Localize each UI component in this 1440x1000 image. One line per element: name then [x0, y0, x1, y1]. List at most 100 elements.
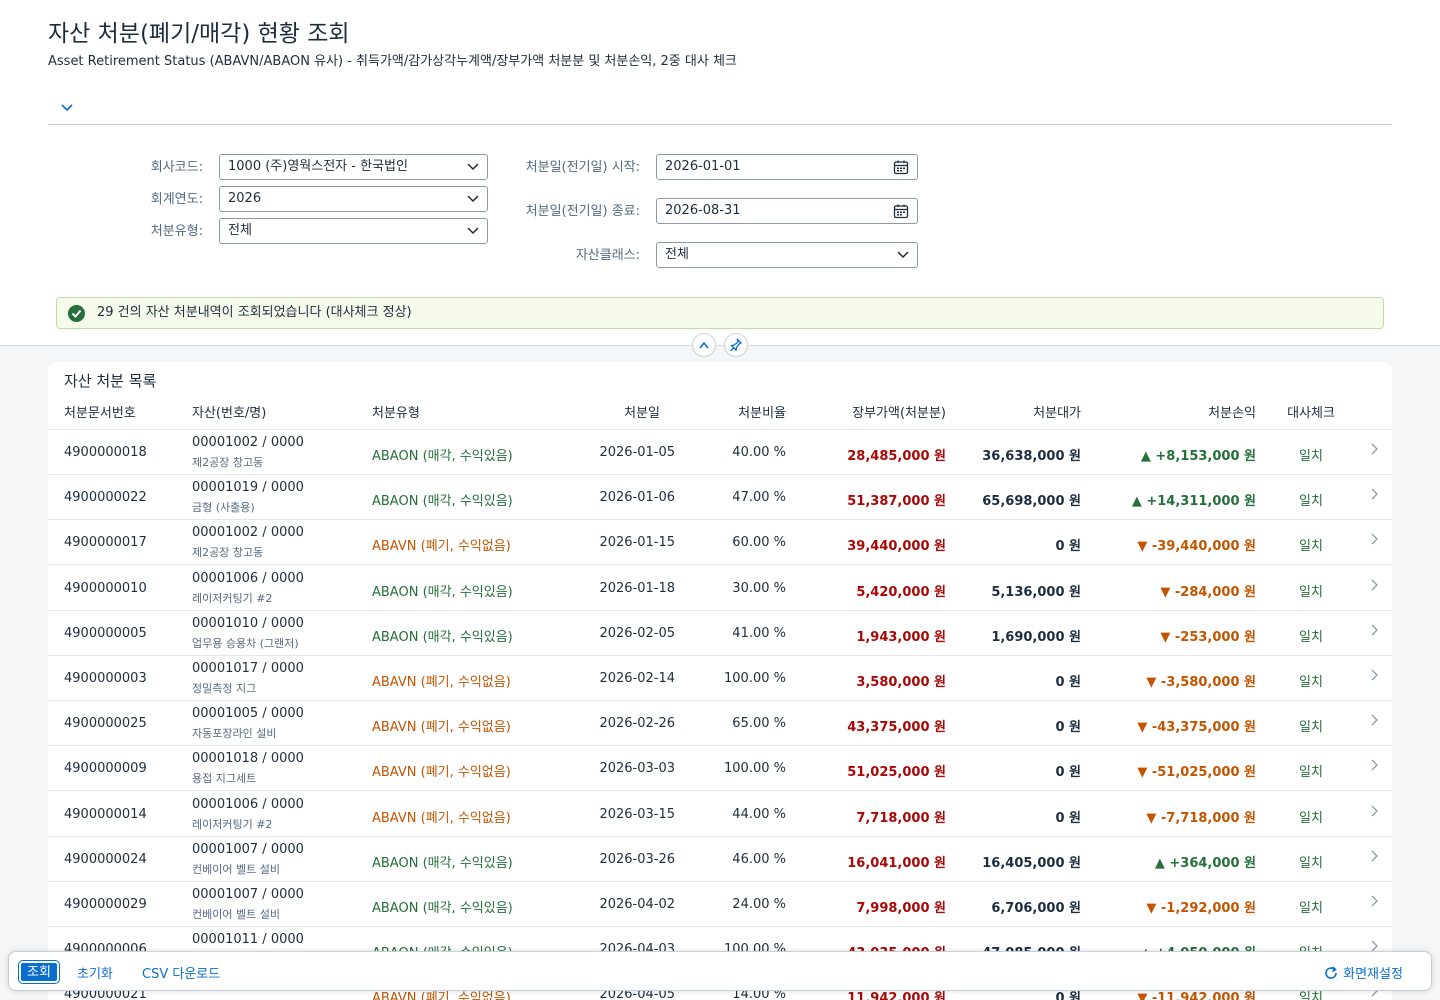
doc-number: 4900000005 [64, 625, 147, 641]
profit-loss: ▼ -51,025,000 원 [1137, 765, 1256, 781]
proceeds: 0 원 [1055, 810, 1081, 826]
calendar-icon[interactable] [893, 159, 909, 175]
end-date-value: 2026-08-31 [665, 203, 741, 218]
row-navigation-icon[interactable] [1370, 579, 1378, 595]
footer-toolbar: 조회 초기화 CSV 다운로드 화면재설정 [8, 951, 1432, 991]
asset-number: 00001010 / 0000 [192, 615, 304, 631]
start-date-input[interactable]: 2026-01-01 [656, 154, 918, 180]
expand-header-icon[interactable] [60, 100, 76, 116]
row-navigation-icon[interactable] [1370, 714, 1378, 730]
table-row[interactable]: 4900000009 00001018 / 0000 용접 지그세트 ABAVN (폐… [48, 746, 1392, 792]
profit-loss: ▼ -43,375,000 원 [1137, 720, 1256, 736]
calendar-icon[interactable] [893, 203, 909, 219]
row-navigation-icon[interactable] [1370, 669, 1378, 685]
disposal-date: 2026-02-26 [599, 716, 675, 732]
disposal-type: ABAVN (폐기, 수익없음) [372, 720, 511, 736]
row-navigation-icon[interactable] [1370, 533, 1378, 549]
disposal-date: 2026-01-15 [599, 535, 675, 551]
book-value: 28,485,000 원 [847, 449, 946, 464]
layout-reset-button[interactable]: 화면재설정 [1323, 963, 1403, 982]
header-area: 자산 처분(폐기/매각) 현황 조회 Asset Retirement Stat… [0, 0, 1440, 346]
type-value: 전체 [228, 223, 252, 238]
col-pl[interactable]: 처분손익 [1088, 402, 1256, 421]
year-select[interactable]: 2026 [219, 186, 488, 212]
asset-number: 00001006 / 0000 [192, 796, 304, 812]
table-row[interactable]: 4900000025 00001005 / 0000 자동포장라인 설비 ABAVN … [48, 701, 1392, 747]
proceeds: 5,136,000 원 [991, 584, 1081, 600]
class-select[interactable]: 전체 [656, 242, 918, 268]
table-row[interactable]: 4900000029 00001007 / 0000 컨베이어 벨트 설비 ABAON… [48, 882, 1392, 927]
company-value: 1000 (주)영웍스전자 - 한국법인 [228, 159, 408, 174]
col-type[interactable]: 처분유형 [372, 402, 420, 421]
profit-loss: ▲ +364,000 원 [1154, 855, 1256, 871]
disposal-type: ABAON (매각, 수익있음) [372, 629, 513, 645]
col-doc[interactable]: 처분문서번호 [64, 402, 136, 421]
reset-button[interactable]: 초기화 [77, 963, 113, 982]
proceeds: 0 원 [1055, 675, 1081, 690]
col-date[interactable]: 처분일 [568, 402, 660, 421]
type-select[interactable]: 전체 [219, 218, 488, 244]
row-navigation-icon[interactable] [1370, 895, 1378, 911]
disposal-date: 2026-01-06 [599, 490, 675, 506]
end-date-input[interactable]: 2026-08-31 [656, 198, 918, 224]
col-check[interactable]: 대사체크 [1276, 402, 1346, 421]
doc-number: 4900000024 [64, 851, 147, 867]
csv-download-button[interactable]: CSV 다운로드 [142, 963, 220, 982]
col-ratio[interactable]: 처분비율 [688, 402, 786, 421]
asset-name: 레이저커팅기 #2 [192, 817, 273, 831]
row-navigation-icon[interactable] [1370, 850, 1378, 866]
disposal-type: ABAON (매각, 수익있음) [372, 584, 513, 600]
chevron-down-icon [467, 195, 479, 203]
reconcile-check: 일치 [1299, 901, 1323, 916]
col-asset[interactable]: 자산(번호/명) [192, 402, 266, 421]
book-value: 7,718,000 원 [856, 810, 946, 826]
asset-number: 00001002 / 0000 [192, 435, 304, 450]
row-navigation-icon[interactable] [1370, 488, 1378, 504]
pin-header-button[interactable] [724, 333, 748, 357]
table-row[interactable]: 4900000010 00001006 / 0000 레이저커팅기 #2 ABAON … [48, 566, 1392, 611]
asset-name: 용접 지그세트 [192, 772, 257, 786]
collapse-header-button[interactable] [692, 333, 716, 357]
search-button[interactable]: 조회 [18, 960, 60, 984]
asset-name: 금형 (사출용) [192, 501, 255, 515]
profit-loss: ▼ -284,000 원 [1160, 584, 1256, 600]
doc-number: 4900000003 [64, 671, 147, 686]
disposal-date: 2026-02-05 [599, 625, 675, 641]
asset-number: 00001011 / 0000 [192, 932, 304, 948]
doc-number: 4900000010 [64, 580, 147, 596]
table-row[interactable]: 4900000003 00001017 / 0000 정밀측정 지그 ABAVN (폐… [48, 656, 1392, 701]
book-value: 3,580,000 원 [856, 675, 946, 690]
reconcile-check: 일치 [1299, 720, 1323, 736]
reconcile-check: 일치 [1299, 494, 1323, 510]
row-navigation-icon[interactable] [1370, 805, 1378, 821]
asset-name: 업무용 승용차 (그랜저) [192, 636, 299, 650]
refresh-icon [1325, 966, 1337, 979]
profit-loss: ▼ -1,292,000 원 [1146, 901, 1256, 916]
book-value: 16,041,000 원 [847, 855, 946, 871]
row-navigation-icon[interactable] [1370, 443, 1378, 459]
disposal-type: ABAVN (폐기, 수익없음) [372, 675, 511, 690]
row-navigation-icon[interactable] [1370, 759, 1378, 775]
chevron-down-icon [897, 251, 909, 259]
table-row[interactable]: 4900000018 00001002 / 0000 제2공장 창고동 ABAON (… [48, 430, 1392, 475]
table-row[interactable]: 4900000005 00001010 / 0000 업무용 승용차 (그랜저) AB… [48, 611, 1392, 656]
table-row[interactable]: 4900000017 00001002 / 0000 제2공장 창고동 ABAVN (… [48, 520, 1392, 566]
disposal-ratio: 100.00 % [724, 671, 786, 686]
page-subtitle: Asset Retirement Status (ABAVN/ABAON 유사)… [48, 54, 737, 69]
table-row[interactable]: 4900000014 00001006 / 0000 레이저커팅기 #2 ABAVN … [48, 792, 1392, 837]
book-value: 51,387,000 원 [847, 494, 946, 510]
company-select[interactable]: 1000 (주)영웍스전자 - 한국법인 [219, 154, 488, 180]
profit-loss: ▼ -39,440,000 원 [1137, 539, 1256, 555]
asset-number: 00001007 / 0000 [192, 841, 304, 857]
doc-number: 4900000017 [64, 535, 147, 551]
reconcile-check: 일치 [1299, 810, 1323, 826]
table-row[interactable]: 4900000024 00001007 / 0000 컨베이어 벨트 설비 ABAON… [48, 837, 1392, 882]
table-title: 자산 처분 목록 [64, 372, 157, 390]
row-navigation-icon[interactable] [1370, 624, 1378, 640]
col-book[interactable]: 장부가액(처분분) [808, 402, 946, 421]
disposal-date: 2026-01-05 [599, 445, 675, 460]
col-proceeds[interactable]: 처분대가 [948, 402, 1081, 421]
pin-icon [730, 338, 743, 352]
class-label: 자산클래스: [575, 248, 640, 263]
table-row[interactable]: 4900000022 00001019 / 0000 금형 (사출용) ABAON (… [48, 475, 1392, 521]
